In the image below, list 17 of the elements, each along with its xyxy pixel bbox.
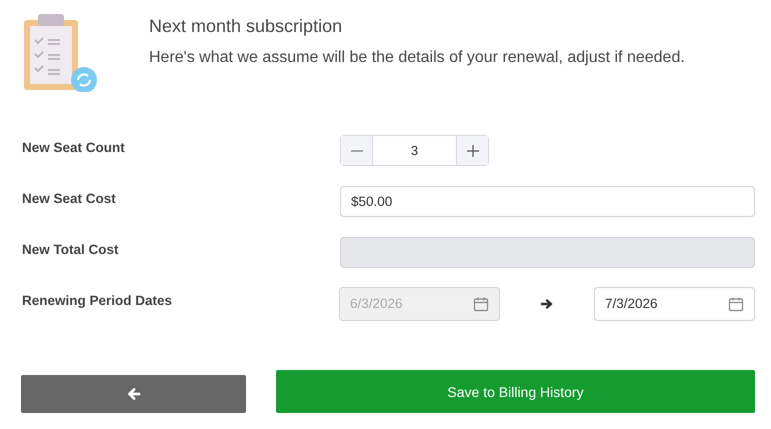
field-label: New Seat Cost bbox=[22, 190, 117, 206]
arrow-left-icon bbox=[126, 387, 140, 401]
date-value: 7/3/2026 bbox=[605, 296, 658, 311]
input-field[interactable]: $50.00 bbox=[340, 186, 755, 217]
section-description: Here's what we assume will be the details of your renewal, adjust if needed. bbox=[149, 49, 685, 67]
plus-icon bbox=[466, 144, 478, 156]
seat-count-value[interactable]: 3 bbox=[373, 136, 456, 165]
field-label: New Seat Count bbox=[22, 139, 126, 155]
increment-button[interactable] bbox=[456, 136, 488, 165]
field-label: New Total Cost bbox=[22, 241, 120, 257]
save-button[interactable]: Save to Billing History bbox=[276, 370, 755, 413]
date-value: 6/3/2026 bbox=[350, 296, 403, 311]
field-label: Renewing Period Dates bbox=[22, 292, 174, 308]
calendar-icon[interactable] bbox=[728, 296, 744, 312]
section-title: Next month subscription bbox=[149, 16, 344, 37]
date-field[interactable]: 7/3/2026 bbox=[594, 286, 755, 320]
arrow-right-icon bbox=[541, 298, 553, 310]
